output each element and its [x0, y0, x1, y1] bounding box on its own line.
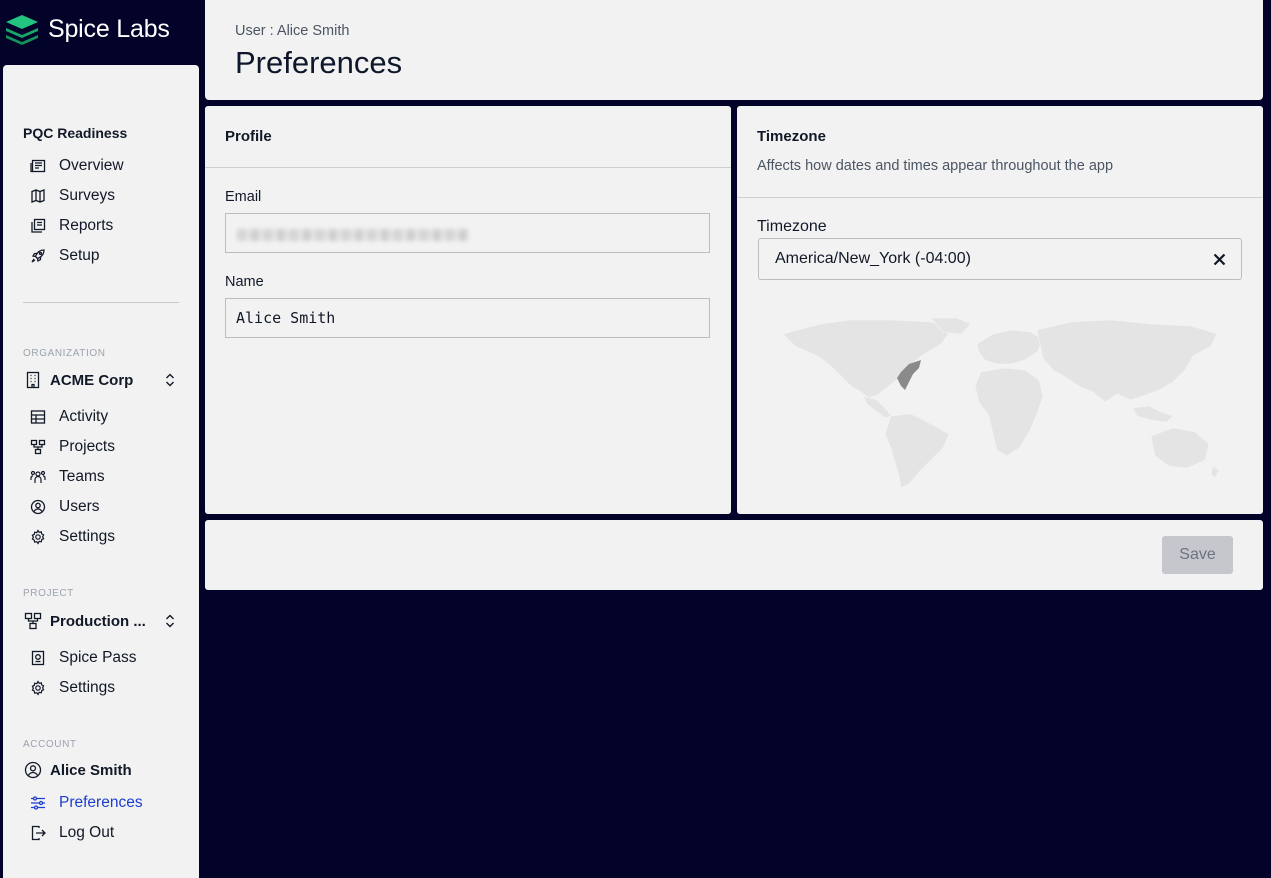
timezone-select-value: America/New_York (-04:00) [775, 250, 971, 267]
sidebar-item-preferences[interactable]: Preferences [30, 791, 143, 815]
sidebar-item-reports[interactable]: Reports [30, 214, 113, 238]
sidebar-item-teams[interactable]: Teams [30, 465, 105, 489]
logout-icon [30, 825, 46, 841]
sidebar-item-label: Log Out [59, 824, 115, 841]
panel-divider [205, 167, 731, 168]
world-timezone-map[interactable] [781, 316, 1221, 494]
sidebar-item-projects[interactable]: Projects [30, 435, 115, 459]
chevron-up-down-icon [163, 372, 177, 388]
sidebar-item-surveys[interactable]: Surveys [30, 184, 115, 208]
project-switcher[interactable]: Production ... [23, 608, 179, 634]
sidebar-item-label: Users [59, 498, 100, 515]
sidebar-item-label: Surveys [59, 187, 115, 204]
sidebar-item-setup[interactable]: Setup [30, 244, 100, 268]
timezone-panel: Timezone Affects how dates and times app… [737, 106, 1263, 514]
sidebar-item-label: Settings [59, 679, 116, 696]
gear-icon [30, 680, 46, 696]
timezone-select[interactable]: America/New_York (-04:00) [758, 238, 1242, 280]
name-field[interactable] [225, 298, 710, 338]
documents-icon [30, 218, 46, 234]
project-caption: PROJECT [23, 588, 74, 599]
sidebar-item-spice-pass[interactable]: Spice Pass [30, 646, 137, 670]
sidebar-item-label: Teams [59, 468, 105, 485]
account-caption: ACCOUNT [23, 739, 77, 750]
table-icon [30, 409, 46, 425]
profile-panel: Profile Email Name [205, 106, 731, 514]
account-user-name: Alice Smith [50, 761, 132, 779]
email-redacted-value [237, 229, 469, 241]
sidebar-item-log-out[interactable]: Log Out [30, 821, 114, 845]
form-footer: Save [205, 520, 1263, 590]
sidebar-item-label: Activity [59, 408, 109, 425]
page-header: User : Alice Smith Preferences [205, 0, 1263, 100]
sidebar-item-label: Settings [59, 528, 116, 545]
sidebar-item-users[interactable]: Users [30, 495, 99, 519]
gear-icon [30, 529, 46, 545]
sidebar-item-label: Overview [59, 157, 124, 174]
user-circle-icon [30, 499, 46, 515]
timezone-label: Timezone [757, 218, 827, 235]
brand-name: Spice Labs [48, 14, 170, 43]
spice-labs-logo-icon [6, 15, 38, 45]
email-label: Email [225, 189, 262, 205]
timezone-panel-subtitle: Affects how dates and times appear throu… [757, 158, 1114, 174]
user-circle-icon [23, 760, 43, 780]
sidebar-item-label: Preferences [59, 794, 143, 811]
sidebar-item-label: Projects [59, 438, 115, 455]
rocket-icon [30, 248, 46, 264]
sidebar: PQC Readiness Overview Surveys Reports S… [3, 65, 199, 878]
newspaper-icon [30, 158, 46, 174]
organization-switcher[interactable]: ACME Corp [23, 367, 179, 393]
map-icon [30, 188, 46, 204]
save-button[interactable]: Save [1162, 536, 1233, 574]
sidebar-item-activity[interactable]: Activity [30, 405, 108, 429]
hierarchy-icon [23, 611, 43, 631]
pqc-readiness-title: PQC Readiness [23, 125, 128, 141]
organization-caption: ORGANIZATION [23, 348, 106, 359]
timezone-panel-title: Timezone [757, 128, 826, 145]
sidebar-item-label: Reports [59, 217, 114, 234]
account-user[interactable]: Alice Smith [23, 757, 179, 783]
sliders-icon [30, 795, 46, 811]
sidebar-item-project-settings[interactable]: Settings [30, 676, 115, 700]
breadcrumb[interactable]: User : Alice Smith [235, 23, 349, 39]
sidebar-divider [23, 302, 179, 303]
page-title: Preferences [235, 45, 403, 80]
panel-divider [737, 197, 1263, 198]
passport-icon [30, 650, 46, 666]
close-icon[interactable] [1211, 251, 1227, 267]
profile-panel-title: Profile [225, 128, 272, 145]
building-icon [23, 370, 43, 390]
hierarchy-icon [30, 439, 46, 455]
chevron-up-down-icon [163, 613, 177, 629]
sidebar-item-settings[interactable]: Settings [30, 525, 115, 549]
brand-logo[interactable]: Spice Labs [4, 12, 170, 46]
organization-switcher-label: ACME Corp [50, 371, 134, 389]
name-label: Name [225, 274, 264, 290]
sidebar-item-label: Spice Pass [59, 649, 137, 666]
team-icon [30, 469, 46, 485]
sidebar-item-label: Setup [59, 247, 100, 264]
project-switcher-label: Production ... [50, 612, 146, 630]
sidebar-item-overview[interactable]: Overview [30, 154, 124, 178]
